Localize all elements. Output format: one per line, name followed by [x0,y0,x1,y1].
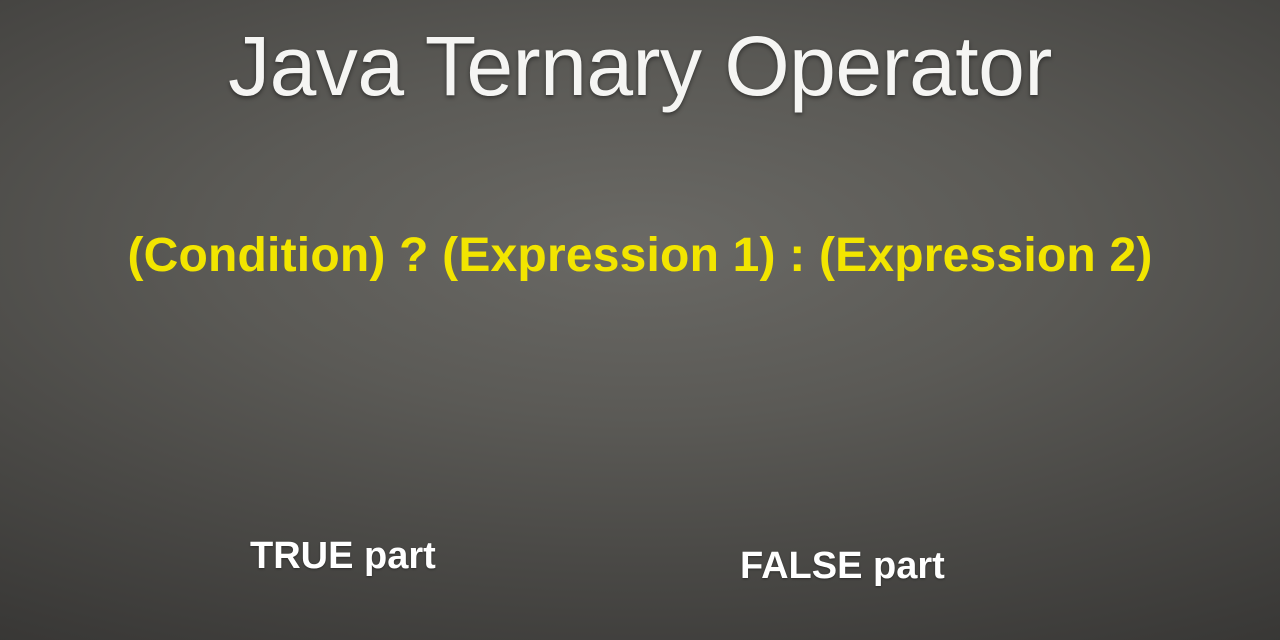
ribbon-arrow-icon-false [745,289,965,561]
true-part-label: TRUE part [250,535,436,578]
ternary-syntax: (Condition) ? (Expression 1) : (Expressi… [0,228,1280,283]
slide-title: Java Ternary Operator [0,18,1280,115]
slide-stage: Java Ternary Operator (Condition) ? (Exp… [0,0,1280,640]
ribbon-arrow-icon-true [275,289,495,561]
false-part-label: FALSE part [740,545,945,588]
